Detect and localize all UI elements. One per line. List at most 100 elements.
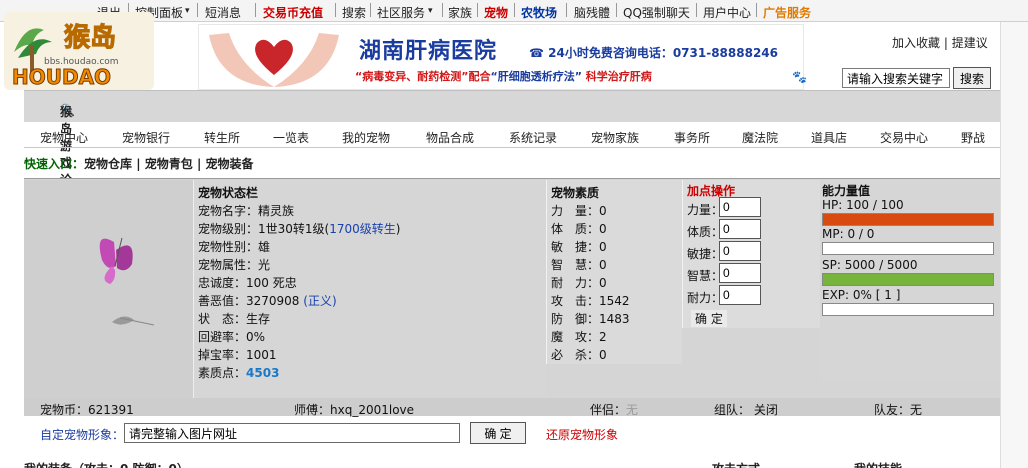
houdao-logo-icon: 猴岛 bbs.houdao.com HOUDAO (4, 12, 154, 90)
nav-records[interactable]: 系统记录 (509, 129, 557, 146)
add-wisdom-input[interactable] (719, 263, 761, 283)
quick-link-equipment[interactable]: 宠物装备 (206, 157, 254, 171)
rebirth-level-link[interactable]: 1700级转生 (329, 222, 396, 236)
add-favorite-link[interactable]: 加入收藏 (892, 36, 940, 50)
page-scrollbar[interactable] (1000, 22, 1028, 468)
hospital-ad-banner[interactable]: 湖南肝病医院 ☎ 24小时免费咨询电话：0731-88888246 “病毒变异、… (198, 24, 804, 90)
divider: | (192, 157, 206, 171)
reset-image-link[interactable]: 还原宠物形象 (546, 426, 618, 443)
hp-text: HP: 100 / 100 (822, 198, 904, 212)
quality-critical: 必 杀：0 (551, 348, 607, 362)
quality-endurance: 耐 力：0 (551, 276, 607, 290)
community-link[interactable]: 社区服务 (377, 4, 425, 21)
nav-synthesis[interactable]: 物品合成 (426, 129, 474, 146)
ad-service-link[interactable]: 广告服务 (763, 4, 811, 21)
mp-bar (822, 242, 994, 255)
nav-rebirth[interactable]: 转生所 (204, 129, 240, 146)
nav-pet-bank[interactable]: 宠物银行 (122, 129, 170, 146)
ad-slogan-part3: 科学治疗肝病 (581, 70, 652, 83)
pet-friend: 队友：无 (874, 403, 923, 417)
pet-partner: 伴侣：无 (590, 401, 638, 418)
quality-wisdom: 智 慧：0 (551, 258, 607, 272)
breadcrumb: 🔍 猴岛游戏论坛 » 宠物中心 » 我的宠物 (24, 90, 1000, 368)
nav-magic[interactable]: 魔法院 (742, 129, 778, 146)
pet-info-strip: 宠物币：621391 师傅：hxq_2001love 伴侣：无 组队： 关闭 队… (24, 398, 1000, 418)
search-input[interactable] (842, 68, 950, 88)
nav-my-pet[interactable]: 我的宠物 (342, 129, 390, 146)
chevron-down-icon[interactable]: ▾ (428, 6, 433, 16)
divider (756, 3, 757, 17)
chevron-down-icon[interactable]: ▾ (185, 6, 190, 16)
divider (514, 3, 515, 17)
hands-heart-icon (209, 33, 339, 87)
add-agility-label: 敏捷： (687, 247, 724, 261)
sp-bar-fill (823, 274, 993, 285)
pet-points-label: 素质点： (198, 366, 247, 380)
divider (335, 3, 336, 17)
nav-trade[interactable]: 交易中心 (880, 129, 928, 146)
pet-coins: 宠物币：621391 (40, 403, 134, 417)
pet-points-value: 4503 (246, 366, 280, 380)
nav-item-shop[interactable]: 道具店 (811, 129, 847, 146)
quality-section: 宠物素质 力 量：0 体 质：0 敏 捷：0 智 慧：0 耐 力：0 攻 击：1… (546, 180, 682, 364)
sp-bar (822, 273, 994, 286)
add-vitality-input[interactable] (719, 219, 761, 239)
recharge-link[interactable]: 交易币充值 (263, 4, 323, 21)
add-endurance-input[interactable] (719, 285, 761, 305)
custom-image-label: 自定宠物形象： (40, 428, 125, 442)
custom-image-url-input[interactable] (124, 423, 460, 443)
quick-link-warehouse[interactable]: 宠物仓库 (84, 157, 132, 171)
user-center-link[interactable]: 用户中心 (703, 4, 751, 21)
qq-chat-link[interactable]: QQ强制聊天 (623, 4, 690, 21)
add-points-confirm-button[interactable]: 确 定 (691, 310, 727, 327)
nav-pet-center[interactable]: 宠物中心 (40, 129, 88, 146)
add-vitality-label: 体质： (687, 225, 724, 239)
karma-link[interactable]: (正义) (303, 294, 336, 308)
farm-link[interactable]: 农牧场 (521, 4, 557, 21)
pet-level-suffix: ) (395, 222, 401, 236)
pet-team: 组队： 关闭 (714, 403, 778, 417)
suggest-link[interactable]: 提建议 (952, 36, 988, 50)
search-button[interactable]: 搜索 (953, 67, 991, 89)
family-link[interactable]: 家族 (448, 4, 472, 21)
custom-image-confirm-button[interactable]: 确 定 (470, 422, 526, 444)
nav-field-battle[interactable]: 野战 (961, 129, 985, 146)
pet-master: 师傅：hxq_2001love (294, 403, 415, 417)
divider (255, 3, 256, 17)
add-agility-input[interactable] (719, 241, 761, 261)
ability-title: 能力量值 (822, 184, 871, 198)
skills-header: 我的技能 (854, 460, 902, 468)
quality-strength: 力 量：0 (551, 204, 607, 218)
pet-dodge: 回避率：0% (198, 330, 266, 344)
divider (477, 3, 478, 17)
add-strength-label: 力量： (687, 203, 724, 217)
quick-label: 快速入口： (24, 157, 85, 171)
top-nav-bar: 退出 控制面板 ▾ 短消息 交易币充值 搜索 社区服务 ▾ 家族 宠物 农牧场 … (0, 0, 1028, 22)
nav-pet-family[interactable]: 宠物家族 (591, 129, 639, 146)
add-endurance-label: 耐力： (687, 291, 724, 305)
status-section: 宠物状态栏 宠物名字：精灵族 宠物级别：1世30转1级(1700级转生) 宠物性… (194, 180, 546, 398)
ad-slogan-part1: “病毒变异、耐药检测”配合 (355, 70, 491, 83)
custom-image-row: 自定宠物形象： 确 定 还原宠物形象 (24, 418, 1000, 448)
pet-loyalty: 忠诚度：100 死忠 (198, 276, 297, 290)
pet-state: 状 态：生存 (198, 312, 271, 326)
quality-attack: 攻 击：1542 (551, 294, 630, 308)
divider (566, 3, 567, 17)
nav-office[interactable]: 事务所 (674, 129, 710, 146)
divider: | (943, 36, 952, 50)
add-strength-input[interactable] (719, 197, 761, 217)
paw-icon: 🐾 (792, 70, 807, 84)
quality-magic-attack: 魔 攻：2 (551, 330, 607, 344)
header-links: 加入收藏 | 提建议 (892, 34, 988, 51)
pet-link[interactable]: 宠物 (484, 4, 508, 21)
search-link[interactable]: 搜索 (342, 4, 366, 21)
quick-link-bag[interactable]: 宠物青包 (145, 157, 193, 171)
site-logo[interactable]: 猴岛 bbs.houdao.com HOUDAO (4, 12, 154, 90)
pet-image-box (24, 180, 194, 398)
messages-link[interactable]: 短消息 (205, 4, 241, 21)
quality-vitality: 体 质：0 (551, 222, 607, 236)
quality-title: 宠物素质 (551, 186, 600, 200)
font-link[interactable]: 脑残體 (574, 4, 610, 21)
main-nav: 宠物中心 宠物银行 转生所 一览表 我的宠物 物品合成 系统记录 宠物家族 事务… (24, 124, 1000, 148)
nav-overview[interactable]: 一览表 (273, 129, 309, 146)
